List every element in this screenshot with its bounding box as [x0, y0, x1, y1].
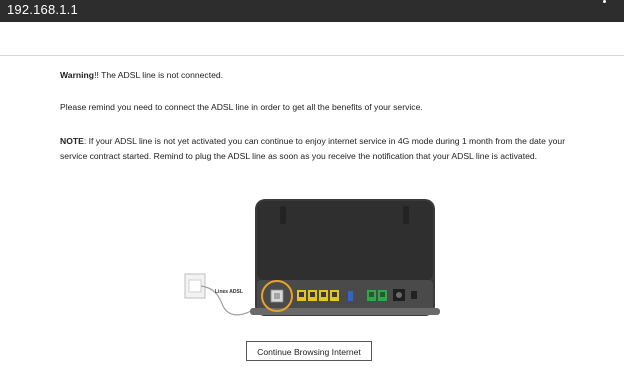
- page-header: [0, 22, 624, 56]
- address-text: 192.168.1.1: [7, 2, 78, 17]
- continue-browsing-button[interactable]: Continue Browsing Internet: [246, 341, 372, 361]
- warning-label: Warning: [60, 70, 95, 80]
- browser-title-bar: 192.168.1.1: [0, 0, 624, 22]
- warning-paragraph: Warning!! The ADSL line is not connected…: [60, 68, 223, 83]
- router-illustration: Lines ADSL: [175, 192, 445, 322]
- router-diagram: Lines ADSL: [184, 199, 440, 316]
- note-paragraph: NOTE: If your ADSL line is not yet activ…: [60, 134, 580, 164]
- adsl-port-icon: [270, 289, 284, 303]
- remind-paragraph: Please remind you need to connect the AD…: [60, 102, 423, 112]
- warning-text: !! The ADSL line is not connected.: [94, 70, 224, 80]
- note-text: : If your ADSL line is not yet activated…: [60, 136, 566, 161]
- note-label: NOTE: [60, 136, 84, 146]
- cable-label: Lines ADSL: [215, 289, 243, 295]
- menu-dot-icon[interactable]: [603, 0, 606, 3]
- usb-port-icon: [348, 291, 353, 301]
